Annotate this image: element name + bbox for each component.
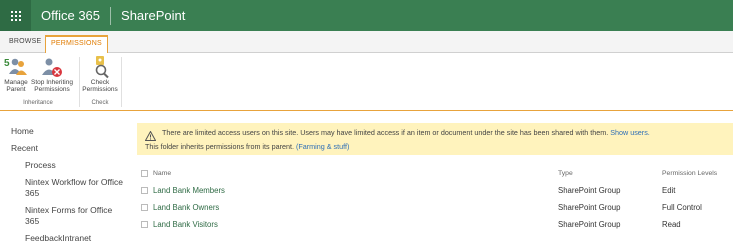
ribbon-group-divider-2: [121, 57, 122, 107]
group-check-label: Check: [91, 100, 109, 106]
stop-inheriting-button[interactable]: Stop Inheriting Permissions: [30, 55, 74, 93]
suite-bar: Office 365 SharePoint: [0, 0, 733, 31]
parent-site-link[interactable]: (Farming & stuff): [296, 142, 349, 151]
group-type: SharePoint Group: [558, 186, 621, 195]
nav-nintex-forms-link[interactable]: Nintex Forms for Office 365: [25, 205, 125, 227]
group-name-link[interactable]: Land Bank Owners: [153, 203, 219, 212]
check-permissions-icon: [81, 55, 119, 79]
manage-parent-button[interactable]: 5 Manage Parent: [2, 55, 30, 93]
group-type: SharePoint Group: [558, 220, 621, 229]
inherit-message: This folder inherits permissions from it…: [145, 142, 349, 151]
limited-access-message: There are limited access users on this s…: [162, 128, 650, 137]
group-name-link[interactable]: Land Bank Members: [153, 186, 225, 195]
inherit-text: This folder inherits permissions from it…: [145, 142, 294, 151]
row-checkbox[interactable]: [141, 187, 148, 194]
column-header-type[interactable]: Type: [558, 170, 573, 177]
manage-parent-icon: 5: [2, 55, 30, 79]
office365-brand[interactable]: Office 365: [31, 8, 110, 23]
tab-permissions[interactable]: PERMISSIONS: [45, 35, 108, 54]
group-type: SharePoint Group: [558, 203, 621, 212]
ribbon: 5 Manage Parent Stop Inheriting Permissi…: [0, 53, 733, 111]
limited-access-notice: There are limited access users on this s…: [137, 123, 733, 155]
app-launcher-icon[interactable]: [0, 0, 31, 31]
nav-process-link[interactable]: Process: [25, 160, 125, 171]
tab-browse[interactable]: BROWSE: [4, 36, 46, 53]
nav-feedback-intranet-link[interactable]: FeedbackIntranet: [25, 233, 125, 244]
column-header-permission-levels[interactable]: Permission Levels: [662, 170, 717, 177]
permission-level: Full Control: [662, 203, 702, 212]
ribbon-tabs: BROWSE PERMISSIONS: [0, 31, 733, 54]
stop-inheriting-label: Stop Inheriting Permissions: [31, 79, 73, 93]
row-checkbox[interactable]: [141, 221, 148, 228]
row-checkbox[interactable]: [141, 204, 148, 211]
check-permissions-label: Check Permissions: [82, 79, 118, 93]
check-permissions-button[interactable]: Check Permissions: [81, 55, 119, 93]
permission-level: Read: [662, 220, 681, 229]
group-inheritance-label: Inheritance: [23, 100, 53, 106]
nav-nintex-workflow-link[interactable]: Nintex Workflow for Office 365: [25, 177, 125, 199]
manage-parent-label: Manage Parent: [4, 79, 28, 93]
svg-text:5: 5: [4, 58, 10, 69]
nav-home-link[interactable]: Home: [11, 126, 34, 137]
stop-inheriting-icon: [30, 55, 74, 79]
limited-access-text: There are limited access users on this s…: [162, 128, 609, 137]
permission-level: Edit: [662, 186, 676, 195]
show-users-link[interactable]: Show users.: [610, 128, 650, 137]
nav-recent-link[interactable]: Recent: [11, 143, 38, 154]
select-all-checkbox[interactable]: [141, 170, 148, 177]
group-name-link[interactable]: Land Bank Visitors: [153, 220, 218, 229]
column-header-name[interactable]: Name: [153, 170, 171, 177]
sharepoint-app-title[interactable]: SharePoint: [111, 8, 185, 23]
